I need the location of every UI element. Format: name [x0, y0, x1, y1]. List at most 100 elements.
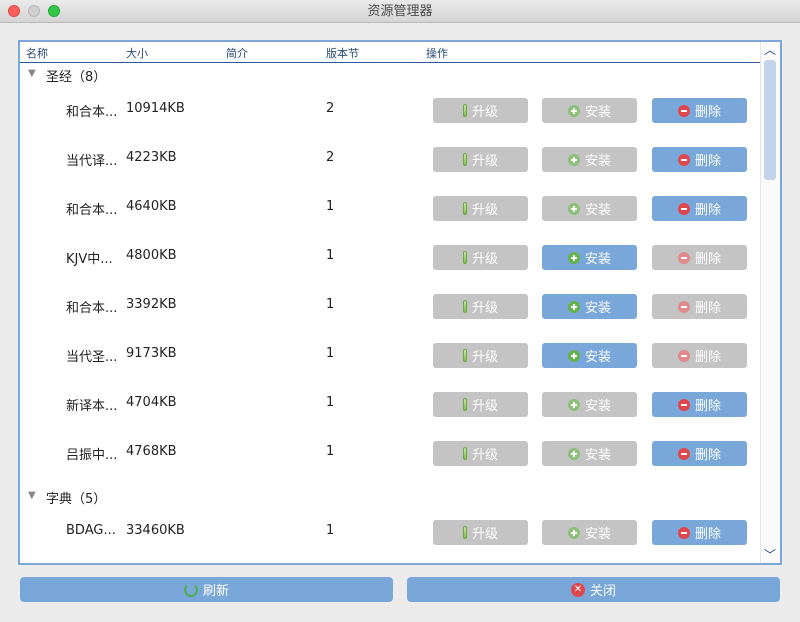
table-row: 和合本... 10914KB 2 升级 安装 删除	[20, 86, 760, 135]
item-name: 和合本...	[66, 105, 118, 120]
install-button[interactable]: 安装	[542, 294, 637, 319]
item-version: 1	[326, 444, 335, 459]
group-row[interactable]: ▼ 圣经（8）	[20, 64, 760, 86]
delete-button[interactable]: 删除	[652, 520, 747, 545]
column-name: 名称	[26, 47, 48, 60]
upgrade-button[interactable]: 升级	[433, 392, 528, 417]
close-window-icon[interactable]	[8, 5, 20, 17]
upgrade-icon	[462, 526, 467, 539]
install-button[interactable]: 安装	[542, 343, 637, 368]
delete-button[interactable]: 删除	[652, 392, 747, 417]
upgrade-button[interactable]: 升级	[433, 147, 528, 172]
install-button[interactable]: 安装	[542, 392, 637, 417]
item-version: 1	[326, 395, 335, 410]
upgrade-label: 升级	[471, 154, 498, 169]
minus-icon	[677, 398, 690, 411]
maximize-window-icon[interactable]	[48, 5, 60, 17]
table-row: 当代译... 4223KB 2 升级 安装 删除	[20, 135, 760, 184]
upgrade-icon	[462, 447, 467, 460]
refresh-icon	[183, 582, 198, 597]
item-version: 2	[326, 101, 335, 116]
install-label: 安装	[584, 301, 611, 316]
upgrade-button[interactable]: 升级	[433, 245, 528, 270]
minimize-window-icon[interactable]	[28, 5, 40, 17]
upgrade-label: 升级	[471, 301, 498, 316]
column-version: 版本节	[326, 47, 359, 60]
column-size: 大小	[126, 47, 148, 60]
install-label: 安装	[584, 350, 611, 365]
delete-button[interactable]: 删除	[652, 343, 747, 368]
group-row[interactable]: ▼ 字典（5）	[20, 486, 760, 508]
scroll-down-icon[interactable]: ﹀	[764, 549, 776, 561]
item-version: 1	[326, 248, 335, 263]
resource-list-panel: 名称 大小 简介 版本节 操作 ▼ 圣经（8） 和合本... 10914KB 2 升级 安装…	[18, 40, 782, 565]
close-label: 关闭	[589, 584, 616, 599]
upgrade-button[interactable]: 升级	[433, 520, 528, 545]
title-bar: 资源管理器	[0, 0, 800, 23]
scroll-up-icon[interactable]: ︿	[764, 44, 776, 56]
refresh-button[interactable]: 刷新	[20, 577, 393, 602]
upgrade-button[interactable]: 升级	[433, 98, 528, 123]
minus-icon	[677, 447, 690, 460]
upgrade-icon	[462, 202, 467, 215]
disclosure-triangle-icon[interactable]: ▼	[28, 490, 36, 501]
install-button[interactable]: 安装	[542, 98, 637, 123]
item-version: 1	[326, 199, 335, 214]
upgrade-button[interactable]: 升级	[433, 294, 528, 319]
install-button[interactable]: 安装	[542, 441, 637, 466]
group-label: 圣经（8）	[46, 70, 107, 85]
window-title: 资源管理器	[367, 4, 433, 19]
upgrade-label: 升级	[471, 203, 498, 218]
delete-label: 删除	[694, 105, 721, 120]
install-label: 安装	[584, 399, 611, 414]
item-name: 和合本...	[66, 301, 118, 316]
upgrade-button[interactable]: 升级	[433, 441, 528, 466]
item-size: 9173KB	[126, 346, 177, 361]
delete-button[interactable]: 删除	[652, 98, 747, 123]
delete-button[interactable]: 删除	[652, 196, 747, 221]
close-button[interactable]: ✕ 关闭	[407, 577, 780, 602]
install-label: 安装	[584, 154, 611, 169]
minus-icon	[677, 349, 690, 362]
install-label: 安装	[584, 448, 611, 463]
column-header: 名称 大小 简介 版本节 操作	[20, 42, 760, 63]
plus-icon	[567, 251, 580, 264]
item-version: 1	[326, 346, 335, 361]
item-size: 3392KB	[126, 297, 177, 312]
upgrade-label: 升级	[471, 350, 498, 365]
item-version: 1	[326, 523, 335, 538]
install-button[interactable]: 安装	[542, 196, 637, 221]
delete-button[interactable]: 删除	[652, 245, 747, 270]
upgrade-button[interactable]: 升级	[433, 343, 528, 368]
minus-icon	[677, 251, 690, 264]
install-button[interactable]: 安装	[542, 245, 637, 270]
delete-label: 删除	[694, 527, 721, 542]
item-size: 33460KB	[126, 523, 185, 538]
vertical-scrollbar[interactable]: ︿ ﹀	[760, 42, 780, 563]
upgrade-icon	[462, 398, 467, 411]
delete-button[interactable]: 删除	[652, 441, 747, 466]
column-desc: 简介	[226, 47, 248, 60]
delete-button[interactable]: 删除	[652, 147, 747, 172]
install-label: 安装	[584, 527, 611, 542]
upgrade-button[interactable]: 升级	[433, 196, 528, 221]
install-button[interactable]: 安装	[542, 147, 637, 172]
table-row: BDAG... 33460KB 1 升级 安装 删除	[20, 508, 760, 557]
minus-icon	[677, 153, 690, 166]
plus-icon	[567, 526, 580, 539]
plus-icon	[567, 398, 580, 411]
disclosure-triangle-icon[interactable]: ▼	[28, 68, 36, 79]
item-size: 4768KB	[126, 444, 177, 459]
table-row: 升级安装删除	[20, 557, 760, 563]
delete-button[interactable]: 删除	[652, 294, 747, 319]
plus-icon	[567, 104, 580, 117]
minus-icon	[677, 104, 690, 117]
minus-icon	[677, 202, 690, 215]
scrollbar-thumb[interactable]	[764, 60, 776, 180]
item-size: 4223KB	[126, 150, 177, 165]
resource-manager-window: 资源管理器 名称 大小 简介 版本节 操作 ▼ 圣经（8） 和合本... 10914K…	[0, 0, 800, 622]
item-size: 10914KB	[126, 101, 185, 116]
table-row: 当代圣... 9173KB 1 升级 安装 删除	[20, 331, 760, 380]
install-label: 安装	[584, 203, 611, 218]
install-button[interactable]: 安装	[542, 520, 637, 545]
